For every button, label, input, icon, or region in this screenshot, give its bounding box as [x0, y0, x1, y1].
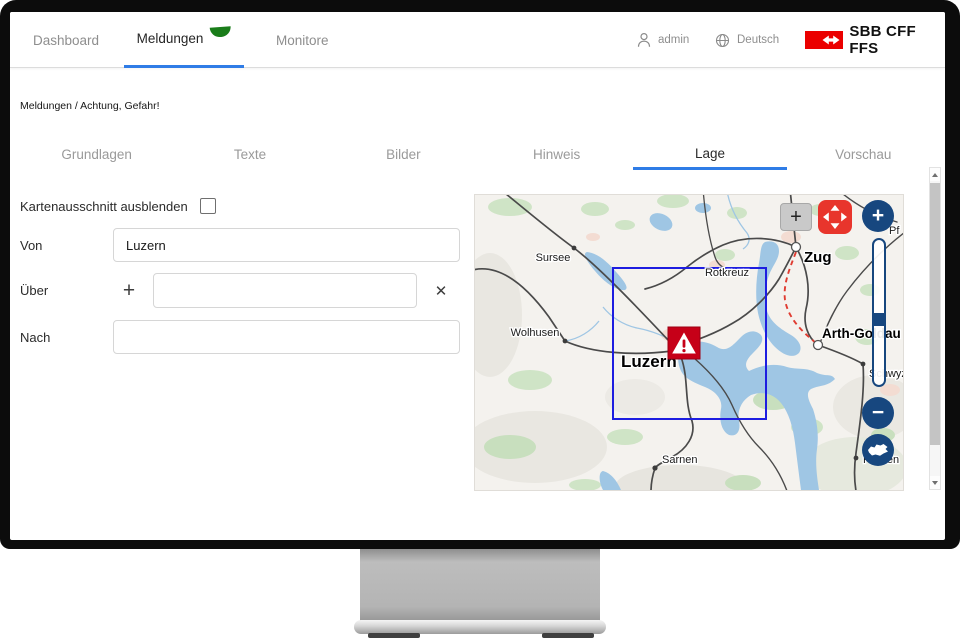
scrollbar-thumb[interactable]	[930, 183, 940, 445]
nav-monitore-label: Monitore	[276, 33, 329, 48]
tab-bilder[interactable]: Bilder	[327, 139, 480, 170]
tab-vorschau[interactable]: Vorschau	[787, 139, 940, 170]
nach-label: Nach	[20, 320, 50, 354]
town-label-arth-goldau: Arth-Goldau	[822, 326, 901, 341]
von-input[interactable]	[113, 228, 460, 262]
map-overview-button[interactable]: +	[780, 203, 812, 231]
town-label-sursee: Sursee	[536, 252, 571, 264]
ueber-input[interactable]	[153, 273, 417, 308]
map-warning-marker[interactable]	[668, 327, 700, 359]
tab-grundlagen[interactable]: Grundlagen	[20, 139, 173, 170]
content-scrollbar[interactable]	[929, 167, 941, 490]
map-zoom-in-button[interactable]: +	[862, 200, 894, 232]
globe-icon	[715, 33, 730, 48]
map-zoom-slider-handle[interactable]	[873, 313, 885, 326]
town-label-rotkreuz: Rotkreuz	[705, 267, 749, 279]
map-pan-button[interactable]	[818, 200, 852, 234]
minus-icon: −	[872, 401, 884, 425]
brand-name: SBB CFF FFS	[849, 23, 945, 57]
von-label: Von	[20, 228, 42, 262]
nach-input[interactable]	[113, 320, 460, 354]
arrow-up-icon	[932, 173, 938, 177]
brand-logo: SBB CFF FFS	[805, 12, 945, 68]
nav-meldungen-label: Meldungen	[137, 31, 204, 46]
map-container[interactable]: Sursee Wolhusen Rotkreuz Zug Arth-Goldau…	[475, 195, 903, 490]
arrow-down-icon	[932, 481, 938, 485]
tab-hinweis[interactable]: Hinweis	[480, 139, 633, 170]
monitor-foot-left	[368, 633, 420, 638]
plus-icon: +	[123, 279, 135, 303]
town-label-pf: Pf	[889, 225, 900, 237]
map-reset-switzerland-button[interactable]	[862, 434, 894, 466]
town-label-wolhusen: Wolhusen	[511, 327, 560, 339]
monitor-stand-base	[354, 620, 606, 634]
map-zoom-out-button[interactable]: −	[862, 397, 894, 429]
app-header: Dashboard Meldungen Monitore admin	[10, 12, 945, 68]
meldungen-status-icon	[210, 26, 232, 37]
nav-item-dashboard[interactable]: Dashboard	[33, 12, 99, 68]
plus-icon: +	[790, 206, 802, 229]
tab-texte[interactable]: Texte	[173, 139, 326, 170]
plus-icon: +	[872, 204, 884, 228]
ueber-label: Über	[20, 273, 48, 308]
user-menu[interactable]: admin	[637, 12, 689, 68]
nav-dashboard-label: Dashboard	[33, 33, 99, 48]
tab-lage[interactable]: Lage	[633, 139, 786, 170]
hide-map-checkbox[interactable]	[200, 198, 216, 214]
language-menu[interactable]: Deutsch	[715, 12, 779, 68]
nav-item-meldungen[interactable]: Meldungen	[124, 12, 244, 68]
language-label: Deutsch	[737, 34, 779, 46]
add-via-button[interactable]: +	[118, 273, 140, 308]
monitor-stand-neck	[360, 549, 600, 621]
pan-arrows-icon	[818, 200, 852, 234]
nav-item-monitore[interactable]: Monitore	[276, 12, 329, 68]
map-zoom-slider[interactable]	[872, 238, 886, 387]
monitor-mockup: Dashboard Meldungen Monitore admin	[0, 0, 960, 638]
sbb-logo-icon	[805, 31, 843, 49]
scroll-up-button[interactable]	[930, 168, 940, 181]
hide-map-label: Kartenausschnitt ausblenden	[20, 198, 188, 214]
user-icon	[637, 32, 651, 48]
clear-via-button[interactable]: ✕	[431, 273, 451, 308]
map-canvas[interactable]: Sursee Wolhusen Rotkreuz Zug Arth-Goldau…	[475, 195, 903, 490]
scroll-down-button[interactable]	[930, 476, 940, 489]
town-label-zug: Zug	[804, 249, 832, 266]
user-name: admin	[658, 34, 689, 46]
breadcrumb: Meldungen / Achtung, Gefahr!	[20, 100, 160, 112]
close-icon: ✕	[435, 282, 448, 300]
switzerland-outline-icon	[867, 443, 889, 457]
monitor-foot-right	[542, 633, 594, 638]
tab-bar: Grundlagen Texte Bilder Hinweis Lage Vor…	[20, 139, 940, 170]
town-label-sarnen: Sarnen	[662, 454, 697, 466]
app-window: Dashboard Meldungen Monitore admin	[10, 12, 945, 540]
